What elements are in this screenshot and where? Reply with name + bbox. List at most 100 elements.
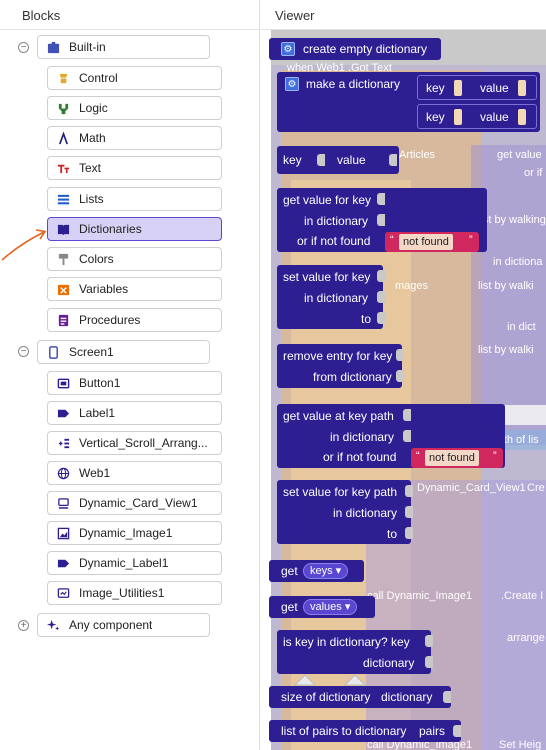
value-socket[interactable]: [518, 109, 526, 125]
pair-key-label: key: [283, 153, 302, 167]
component-label: Dynamic_Card_View1: [79, 496, 198, 510]
text-icon: [56, 161, 70, 175]
component-image-utilities1[interactable]: Image_Utilities1: [47, 581, 222, 605]
component-dynamic-label1[interactable]: Dynamic_Label1: [47, 551, 222, 575]
component-dynamic-image1[interactable]: Dynamic_Image1: [47, 521, 222, 545]
tree-node-any-component[interactable]: Any component: [37, 613, 210, 637]
keys-dropdown[interactable]: keys ▾: [303, 563, 349, 579]
background-text: in dict: [507, 321, 536, 333]
component-web1[interactable]: Web1: [47, 461, 222, 485]
component-vertical-scroll-arrangement[interactable]: Vertical_Scroll_Arrang...: [47, 431, 222, 455]
pairs-socket[interactable]: [453, 725, 461, 737]
block-label: list of pairs to dictionary: [281, 724, 407, 738]
block-label: get: [281, 600, 298, 614]
drawer-logic[interactable]: Logic: [47, 96, 222, 120]
block-create-empty-dictionary[interactable]: ⚙ create empty dictionary: [269, 38, 441, 60]
tree-node-builtin[interactable]: Built-in: [37, 35, 210, 59]
dictionary-socket[interactable]: [377, 291, 385, 303]
block-label: set value for key: [283, 270, 371, 284]
dictionary-socket[interactable]: [443, 691, 451, 703]
key-socket[interactable]: [454, 80, 462, 96]
key-socket[interactable]: [377, 270, 385, 282]
component-label1[interactable]: Label1: [47, 401, 222, 425]
block-set-value-for-key[interactable]: set value for key in dictionary to: [277, 265, 385, 329]
key-path-socket[interactable]: [405, 485, 413, 497]
block-label: from dictionary: [313, 370, 392, 384]
drawer-math[interactable]: Math: [47, 126, 222, 150]
block-list-of-pairs-to-dictionary[interactable]: list of pairs to dictionary pairs: [269, 720, 461, 742]
dropdown-value: keys: [310, 565, 333, 577]
background-text: list by walki: [478, 344, 534, 356]
math-icon: [56, 131, 70, 145]
drawer-label: Text: [79, 161, 102, 175]
drawer-control[interactable]: Control: [47, 66, 222, 90]
drawer-colors[interactable]: Colors: [47, 247, 222, 271]
block-label: get: [281, 564, 298, 578]
component-label: Vertical_Scroll_Arrang...: [79, 436, 208, 450]
dictionary-socket[interactable]: [425, 656, 433, 668]
block-set-value-for-key-path[interactable]: set value for key path in dictionary to: [277, 480, 413, 544]
key-socket[interactable]: [317, 154, 325, 166]
background-text: call Dynamic_Image1: [367, 590, 473, 602]
collapse-screen1-toggle[interactable]: −: [18, 346, 29, 357]
key-socket[interactable]: [454, 109, 462, 125]
component-dynamic-card-view1[interactable]: Dynamic_Card_View1: [47, 491, 222, 515]
block-label: size of dictionary: [281, 690, 371, 704]
block-label: in dictionary: [304, 291, 369, 305]
block-remove-entry-for-key[interactable]: remove entry for key from dictionary: [277, 344, 404, 388]
pair-value-label: value: [480, 81, 509, 95]
text-string-block[interactable]: “ not found ”: [411, 448, 503, 468]
puzzle-icon: [46, 40, 60, 54]
key-socket[interactable]: [425, 635, 433, 647]
background-text: get value: [497, 149, 542, 161]
key-socket[interactable]: [377, 193, 385, 205]
key-path-socket[interactable]: [403, 409, 411, 421]
block-get-value-at-key-path[interactable]: get value at key path in dictionary or i…: [277, 404, 505, 468]
viewer-panel: Viewer when Web1 .Got Text Articles get …: [261, 0, 546, 750]
drawer-dictionaries[interactable]: Dictionaries: [47, 217, 222, 241]
dictionary-socket[interactable]: [405, 506, 413, 518]
block-is-key-in-dictionary[interactable]: is key in dictionary? key dictionary: [277, 630, 433, 674]
dictionary-socket[interactable]: [396, 370, 404, 382]
background-text: Dynamic_Card_View1: [417, 482, 526, 494]
key-socket[interactable]: [396, 349, 404, 361]
block-size-of-dictionary[interactable]: size of dictionary dictionary: [269, 686, 451, 708]
block-label: or if not found: [323, 450, 397, 464]
pair-block[interactable]: key value: [417, 104, 537, 129]
drawer-lists[interactable]: Lists: [47, 187, 222, 211]
drawer-text[interactable]: Text: [47, 156, 222, 180]
procedures-icon: [56, 313, 70, 327]
block-get-value-for-key[interactable]: get value for key in dictionary or if no…: [277, 188, 487, 252]
button-icon: [56, 376, 70, 390]
phone-icon: [46, 345, 60, 359]
block-label: dictionary: [363, 656, 415, 670]
dictionary-socket[interactable]: [377, 214, 385, 226]
value-socket[interactable]: [389, 154, 397, 166]
background-text: Articles: [399, 149, 436, 161]
gear-icon: ⚙: [281, 42, 295, 56]
collapse-builtin-toggle[interactable]: −: [18, 42, 29, 53]
tree-node-screen1[interactable]: Screen1: [37, 340, 210, 364]
dictionary-socket[interactable]: [403, 430, 411, 442]
block-pair[interactable]: key value: [277, 146, 399, 174]
drawer-variables[interactable]: Variables: [47, 277, 222, 301]
gear-icon: ⚙: [285, 77, 299, 91]
value-socket[interactable]: [518, 80, 526, 96]
block-make-a-dictionary[interactable]: ⚙ make a dictionary key value key value: [277, 72, 540, 132]
value-socket[interactable]: [405, 527, 413, 539]
expand-any-component-toggle[interactable]: +: [18, 620, 29, 631]
drawer-procedures[interactable]: Procedures: [47, 308, 222, 332]
pair-block[interactable]: key value: [417, 75, 537, 100]
block-get-values[interactable]: get values ▾: [269, 596, 375, 618]
pair-value-label: value: [480, 110, 509, 124]
component-label: Image_Utilities1: [79, 586, 165, 600]
pair-key-label: key: [426, 81, 445, 95]
values-dropdown[interactable]: values ▾: [303, 599, 358, 615]
component-button1[interactable]: Button1: [47, 371, 222, 395]
block-get-keys[interactable]: get keys ▾: [269, 560, 364, 582]
text-string-block[interactable]: “ not found ”: [385, 232, 479, 252]
text-string-value[interactable]: not found: [399, 234, 453, 250]
text-string-value[interactable]: not found: [425, 450, 479, 466]
value-socket[interactable]: [377, 312, 385, 324]
tree-node-label: Screen1: [69, 345, 114, 359]
